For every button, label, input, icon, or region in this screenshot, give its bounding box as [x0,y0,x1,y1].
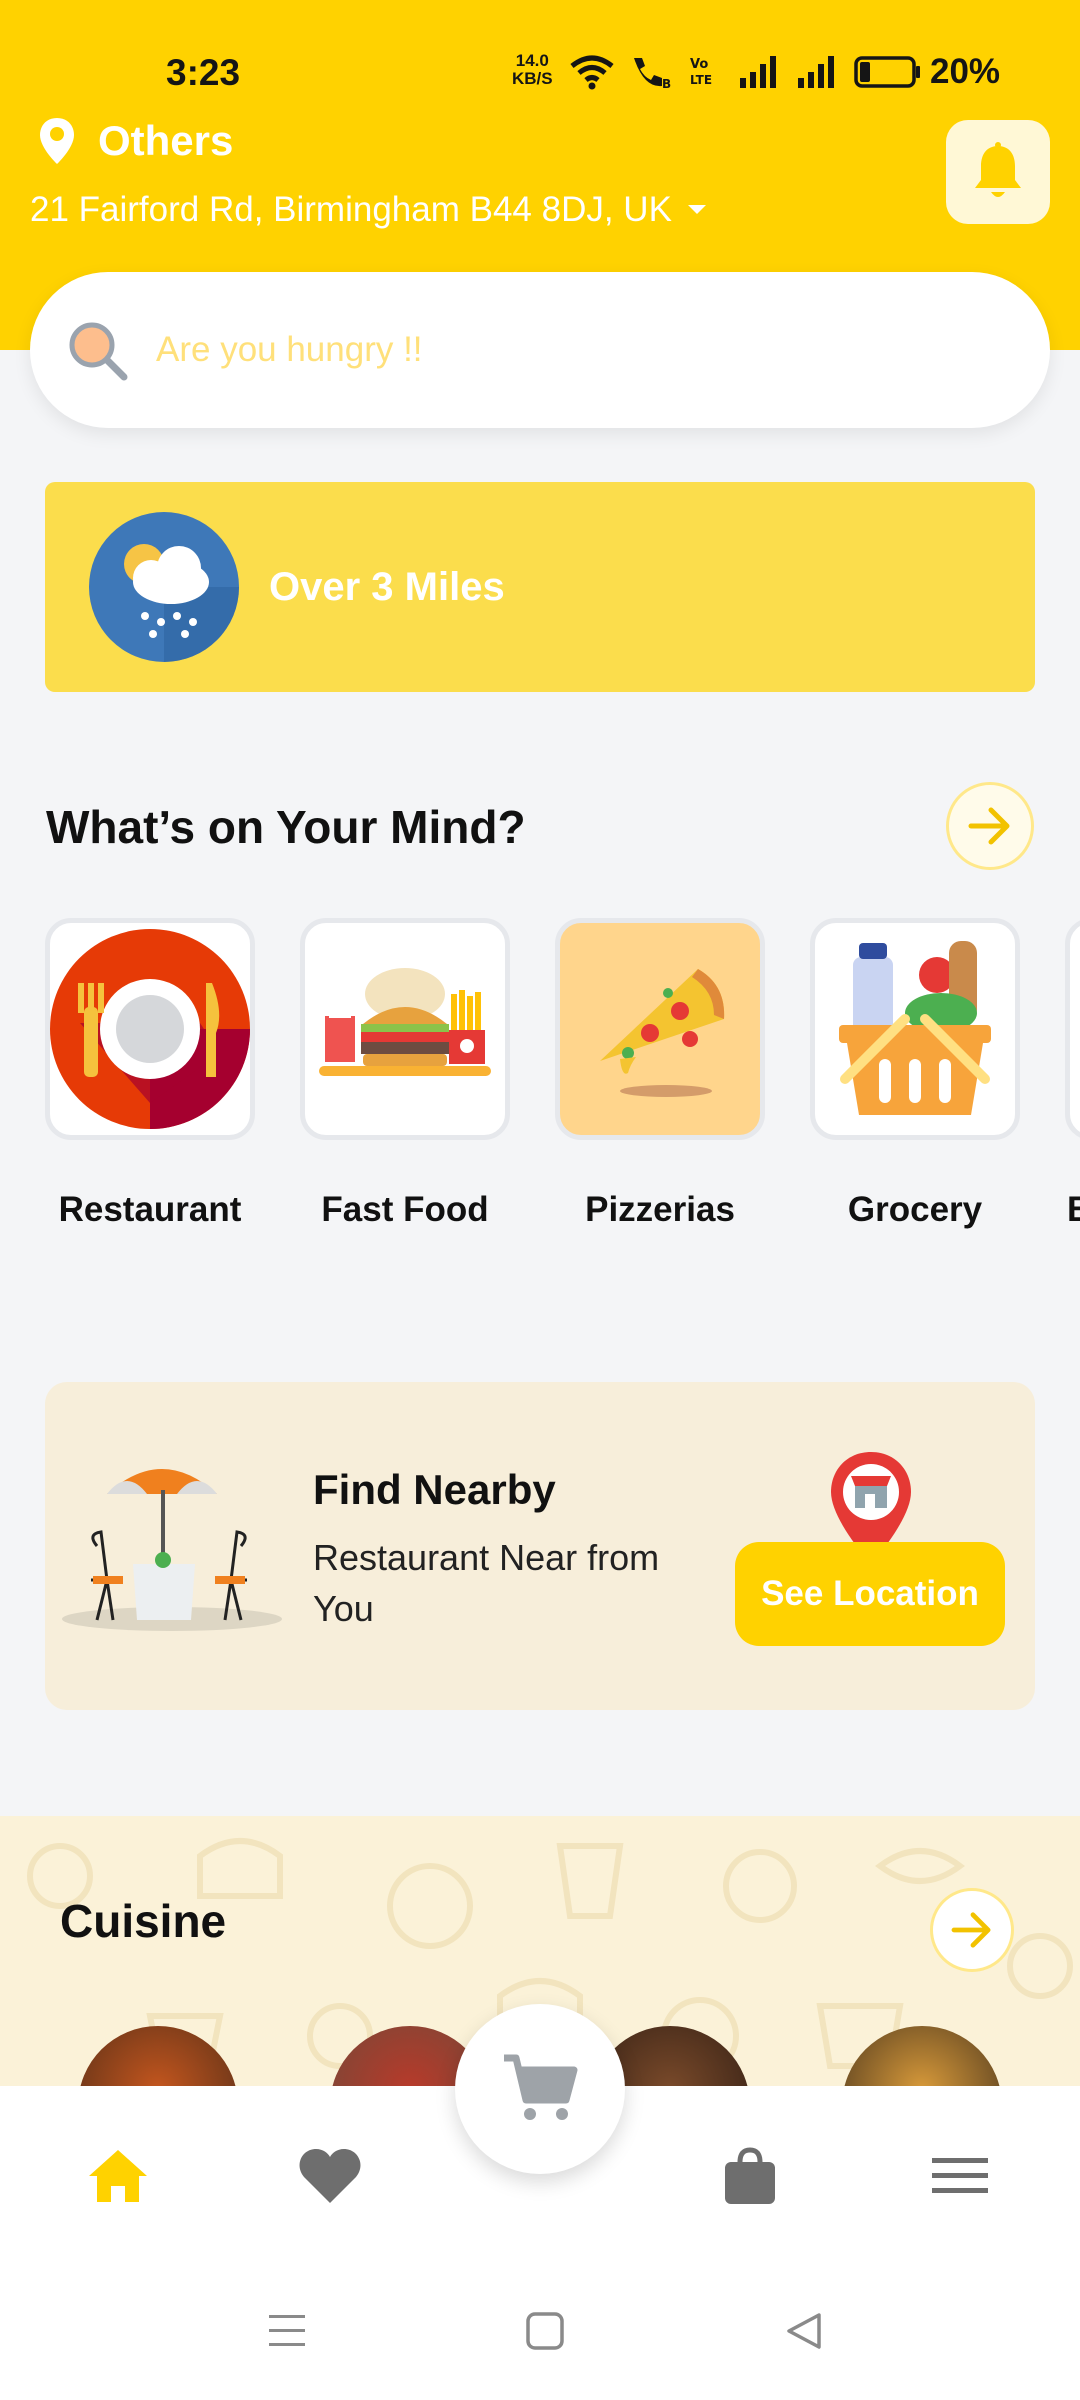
find-nearby-card: Find Nearby Restaurant Near from You See… [45,1382,1035,1710]
category-restaurant[interactable]: Restaurant [45,918,255,1230]
status-icons: B Vo LTE [570,54,922,90]
nav-orders[interactable] [710,2136,790,2216]
find-nearby-subtitle: Restaurant Near from You [313,1537,660,1629]
arrow-right-icon [951,1912,991,1948]
nav-home[interactable] [78,2136,158,2216]
notifications-button[interactable] [946,120,1050,224]
search-bar[interactable]: Are you hungry !! [30,272,1050,428]
weather-label: Over 3 Miles [269,564,505,609]
cuisine-title: Cuisine [60,1895,227,1947]
square-icon [526,2312,564,2350]
network-speed-value: 14.0 [515,51,549,70]
chevron-down-icon [687,205,706,214]
system-menu-button[interactable] [262,2306,312,2356]
category-tile [810,918,1020,1140]
see-location-button[interactable]: See Location [735,1542,1005,1646]
category-label: Restaurant [58,1190,242,1229]
status-bar: 3:23 14.0 KB/S B Vo LTE 20% [0,40,1080,110]
category-tile [300,918,510,1140]
fast-food-icon [319,968,491,1076]
category-label: Pizzerias [585,1190,735,1229]
battery-percent: 20% [930,52,1001,91]
find-nearby-title: Find Nearby [313,1466,556,1513]
location-label: Others [98,117,234,164]
address-selector[interactable]: 21 Fairford Rd, Birmingham B44 8DJ, UK [30,190,708,230]
svg-text:Vo: Vo [690,57,708,72]
nav-menu[interactable] [920,2136,1000,2216]
status-time: 3:23 [166,52,241,93]
plate-icon [50,929,250,1129]
pizza-icon [600,969,725,1097]
bell-icon [975,142,1021,197]
rain-cloud-icon [89,512,239,662]
system-back-button[interactable] [780,2306,830,2356]
back-triangle-icon [787,2313,821,2349]
category-tile [45,918,255,1140]
category-pizzerias[interactable]: Pizzerias [555,918,765,1230]
location-selector[interactable]: Others [38,116,233,166]
search-icon [69,322,128,381]
arrow-right-icon [968,807,1010,845]
category-label: Grocery [847,1190,983,1229]
cart-button[interactable] [455,2004,625,2174]
categories-see-all-button[interactable] [946,782,1034,870]
category-label: Fast Food [321,1190,489,1229]
heart-icon [299,2149,361,2203]
grocery-basket-icon [839,941,991,1115]
wifi-icon [570,55,614,90]
nav-favorites[interactable] [290,2136,370,2216]
location-pin-icon [40,118,74,164]
cart-icon [504,2054,578,2120]
menu-icon [932,2158,988,2193]
category-partial[interactable]: B [1065,918,1080,1230]
signal-1-icon [740,56,776,88]
system-nav-bar [0,2256,1080,2400]
search-placeholder: Are you hungry !! [156,330,423,369]
svg-text:LTE: LTE [690,73,712,87]
category-list[interactable]: Restaurant Fast Food Pizzerias Grocery B [45,918,1080,1238]
category-grocery[interactable]: Grocery [810,918,1020,1230]
system-home-button[interactable] [520,2306,570,2356]
wifi-call-icon: B [634,58,671,90]
network-speed: 14.0 KB/S [512,52,553,88]
address-text: 21 Fairford Rd, Birmingham B44 8DJ, UK [30,190,672,229]
battery-icon [854,56,920,88]
recents-icon [269,2315,305,2346]
categories-title: What’s on Your Mind? [46,801,526,853]
volte-icon: Vo LTE [690,57,712,87]
home-icon [89,2150,147,2202]
category-fast-food[interactable]: Fast Food [300,918,510,1230]
svg-text:B: B [662,77,671,90]
category-tile [1065,918,1080,1140]
signal-2-icon [798,56,834,88]
network-speed-unit: KB/S [512,69,553,88]
category-label: B [1067,1190,1080,1229]
cuisine-see-all-button[interactable] [930,1888,1014,1972]
cafe-table-icon [62,1469,282,1631]
bag-icon [725,2147,775,2204]
category-tile [555,918,765,1140]
weather-banner[interactable]: Over 3 Miles [45,482,1035,692]
